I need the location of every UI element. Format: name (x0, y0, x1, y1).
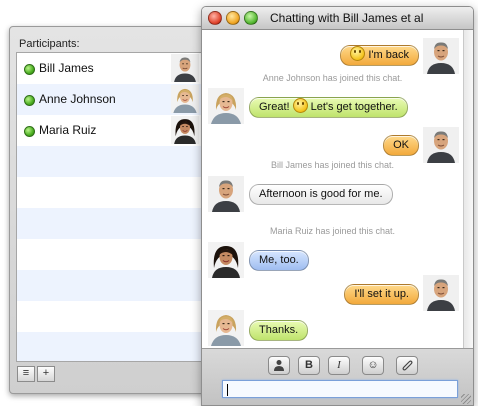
chat-transcript[interactable]: I'm back Anne Johnson has joined this ch… (202, 30, 463, 348)
avatar (423, 38, 459, 74)
message-bubble: Afternoon is good for me. (249, 184, 393, 205)
smiley-icon (350, 46, 366, 61)
avatar (171, 54, 199, 82)
participant-row[interactable]: Bill James (17, 53, 203, 84)
close-button[interactable] (208, 11, 222, 25)
avatar (208, 310, 244, 346)
resize-grip[interactable] (461, 394, 471, 404)
format-bar: B I ☺ (202, 348, 473, 405)
message-text: Let's get together. (310, 101, 398, 113)
message-text: Me, too. (259, 254, 299, 266)
window-title: Chatting with Bill James et al (270, 11, 424, 25)
message-text: OK (393, 139, 409, 151)
paperclip-icon[interactable] (396, 356, 418, 375)
list-empty-row (17, 208, 203, 239)
participants-title: Participants: (19, 38, 80, 50)
drawer-button-bar: ≡ + (17, 366, 57, 384)
avatar (208, 88, 244, 124)
message-outgoing: OK (202, 127, 463, 163)
participant-name: Maria Ruiz (39, 123, 97, 137)
zoom-button[interactable] (244, 11, 258, 25)
message-text: Afternoon is good for me. (259, 188, 383, 200)
message-input[interactable] (222, 380, 458, 398)
participant-row[interactable]: Maria Ruiz (17, 115, 203, 146)
participant-name: Bill James (39, 61, 94, 75)
message-incoming: Great! Let's get together. (202, 88, 463, 124)
list-empty-row (17, 301, 203, 332)
avatar (423, 275, 459, 311)
message-bubble: Me, too. (249, 250, 309, 271)
status-message: Anne Johnson has joined this chat. (262, 73, 403, 83)
message-incoming: Me, too. (202, 242, 463, 278)
status-available-icon (24, 95, 35, 106)
avatar (208, 176, 244, 212)
avatar (423, 127, 459, 163)
chat-window: Chatting with Bill James et al I'm back … (201, 6, 474, 406)
title-bar[interactable]: Chatting with Bill James et al (202, 7, 473, 30)
avatar (171, 85, 199, 113)
message-incoming: Thanks. (202, 310, 463, 346)
minimize-button[interactable] (226, 11, 240, 25)
message-text: Great! (259, 101, 290, 113)
message-text: I'll set it up. (354, 288, 409, 300)
smiley-icon (292, 98, 308, 113)
message-incoming: Afternoon is good for me. (202, 176, 463, 212)
message-text: Thanks. (259, 324, 299, 336)
avatar (171, 116, 199, 144)
list-empty-row (17, 177, 203, 208)
list-icon[interactable]: ≡ (17, 366, 35, 382)
status-message: Bill James has joined this chat. (270, 160, 395, 170)
status-available-icon (24, 64, 35, 75)
message-outgoing: I'll set it up. (202, 275, 463, 311)
message-bubble: OK (383, 135, 419, 156)
message-text: I'm back (368, 49, 409, 61)
italic-icon[interactable]: I (328, 356, 350, 375)
list-empty-row (17, 239, 203, 270)
participants-drawer: Participants: Bill James Anne Johnson Ma… (9, 26, 207, 394)
list-empty-row (17, 270, 203, 301)
message-bubble: I'm back (340, 45, 419, 66)
message-bubble: Great! Let's get together. (249, 97, 408, 118)
participant-name: Anne Johnson (39, 92, 116, 106)
smiley-icon[interactable]: ☺ (362, 356, 384, 375)
list-empty-row (17, 332, 203, 361)
status-available-icon (24, 126, 35, 137)
status-message: Maria Ruiz has joined this chat. (269, 226, 396, 236)
list-empty-row (17, 146, 203, 177)
participant-row[interactable]: Anne Johnson (17, 84, 203, 115)
message-bubble: Thanks. (249, 320, 309, 341)
participants-list: Bill James Anne Johnson Maria Ruiz (16, 52, 204, 362)
message-bubble: I'll set it up. (344, 284, 419, 305)
transcript-scrollbar[interactable] (463, 30, 473, 348)
message-outgoing: I'm back (202, 38, 463, 74)
text-caret (227, 384, 228, 396)
plus-icon[interactable]: + (37, 366, 55, 382)
person-icon[interactable] (268, 356, 290, 375)
avatar (208, 242, 244, 278)
bold-icon[interactable]: B (298, 356, 320, 375)
